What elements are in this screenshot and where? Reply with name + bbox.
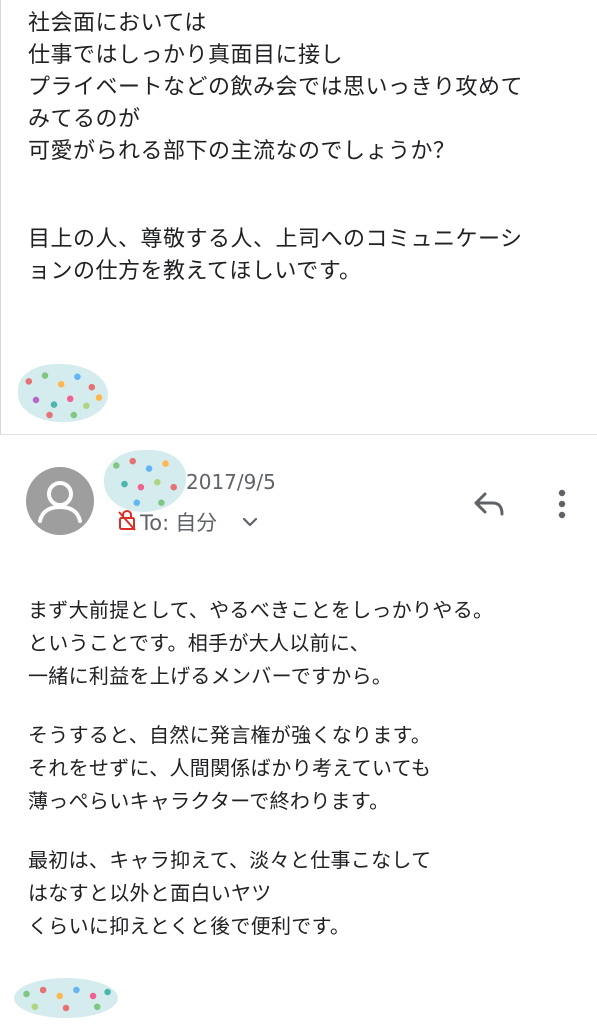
message-line: くらいに抑えとくと後で便利です。 — [28, 914, 351, 938]
redacted-sender-name-blob — [104, 450, 186, 512]
to-label: To: — [140, 511, 170, 535]
message-line: そうすると、自然に発言権が強くなります。 — [28, 723, 432, 747]
recipient-field[interactable]: To: 自分 — [140, 507, 217, 537]
message-date: 2017/9/5 — [186, 470, 276, 494]
message-line: みてるのが — [28, 107, 141, 132]
lock-off-icon — [118, 509, 136, 531]
sender-avatar[interactable] — [26, 467, 94, 535]
more-vert-icon — [558, 489, 566, 519]
message-line: 社会面においては — [28, 11, 207, 36]
message-paragraph: まず大前提として、やるべきことをしっかりやる。 ということです。相手が大人以前に… — [28, 594, 578, 693]
thread-left-rule — [0, 0, 1, 435]
reply-icon — [474, 492, 504, 516]
message-line: 薄っぺらいキャラクターで終わります。 — [28, 789, 390, 813]
message-paragraph: そうすると、自然に発言権が強くなります。 それをせずに、人間関係ばかり考えていて… — [28, 719, 578, 818]
message-paragraph: 最初は、キャラ抑えて、淡々と仕事こなして はなすと以外と面白いヤツ くらいに抑え… — [28, 844, 578, 943]
message-line: 可愛がられる部下の主流なのでしょうか？ — [28, 139, 456, 164]
redacted-signature-blob — [18, 364, 108, 422]
message-line: プライベートなどの飲み会では思いっきり攻めて — [28, 75, 524, 100]
message-line: 目上の人、尊敬する人、上司へのコミュニケーシ — [28, 227, 523, 252]
more-options-button[interactable] — [540, 480, 584, 528]
message-line: それをせずに、人間関係ばかり考えていても — [28, 756, 432, 780]
message-line: ということです。相手が大人以前に、 — [28, 631, 370, 655]
recipient-name: 自分 — [175, 511, 218, 535]
reply-button[interactable] — [465, 480, 513, 528]
message-line: はなすと以外と面白いヤツ — [28, 881, 272, 905]
person-icon — [38, 481, 82, 523]
message-line: 一緒に利益を上げるメンバーですから。 — [28, 664, 393, 688]
message-line: 仕事ではしっかり真面目に接し — [28, 43, 344, 68]
reply-message-body: まず大前提として、やるべきことをしっかりやる。 ということです。相手が大人以前に… — [28, 594, 578, 969]
chevron-down-icon[interactable] — [240, 512, 260, 532]
message-line: まず大前提として、やるべきことをしっかりやる。 — [28, 598, 494, 622]
message-line: ョンの仕方を教えてほしいです。 — [28, 259, 362, 284]
message-line: 最初は、キャラ抑えて、淡々と仕事こなして — [28, 848, 432, 872]
redacted-signature-blob — [14, 978, 118, 1018]
message-divider — [0, 434, 597, 435]
quoted-message-body: 社会面においては 仕事ではしっかり真面目に接し プライベートなどの飲み会では思い… — [28, 8, 573, 288]
